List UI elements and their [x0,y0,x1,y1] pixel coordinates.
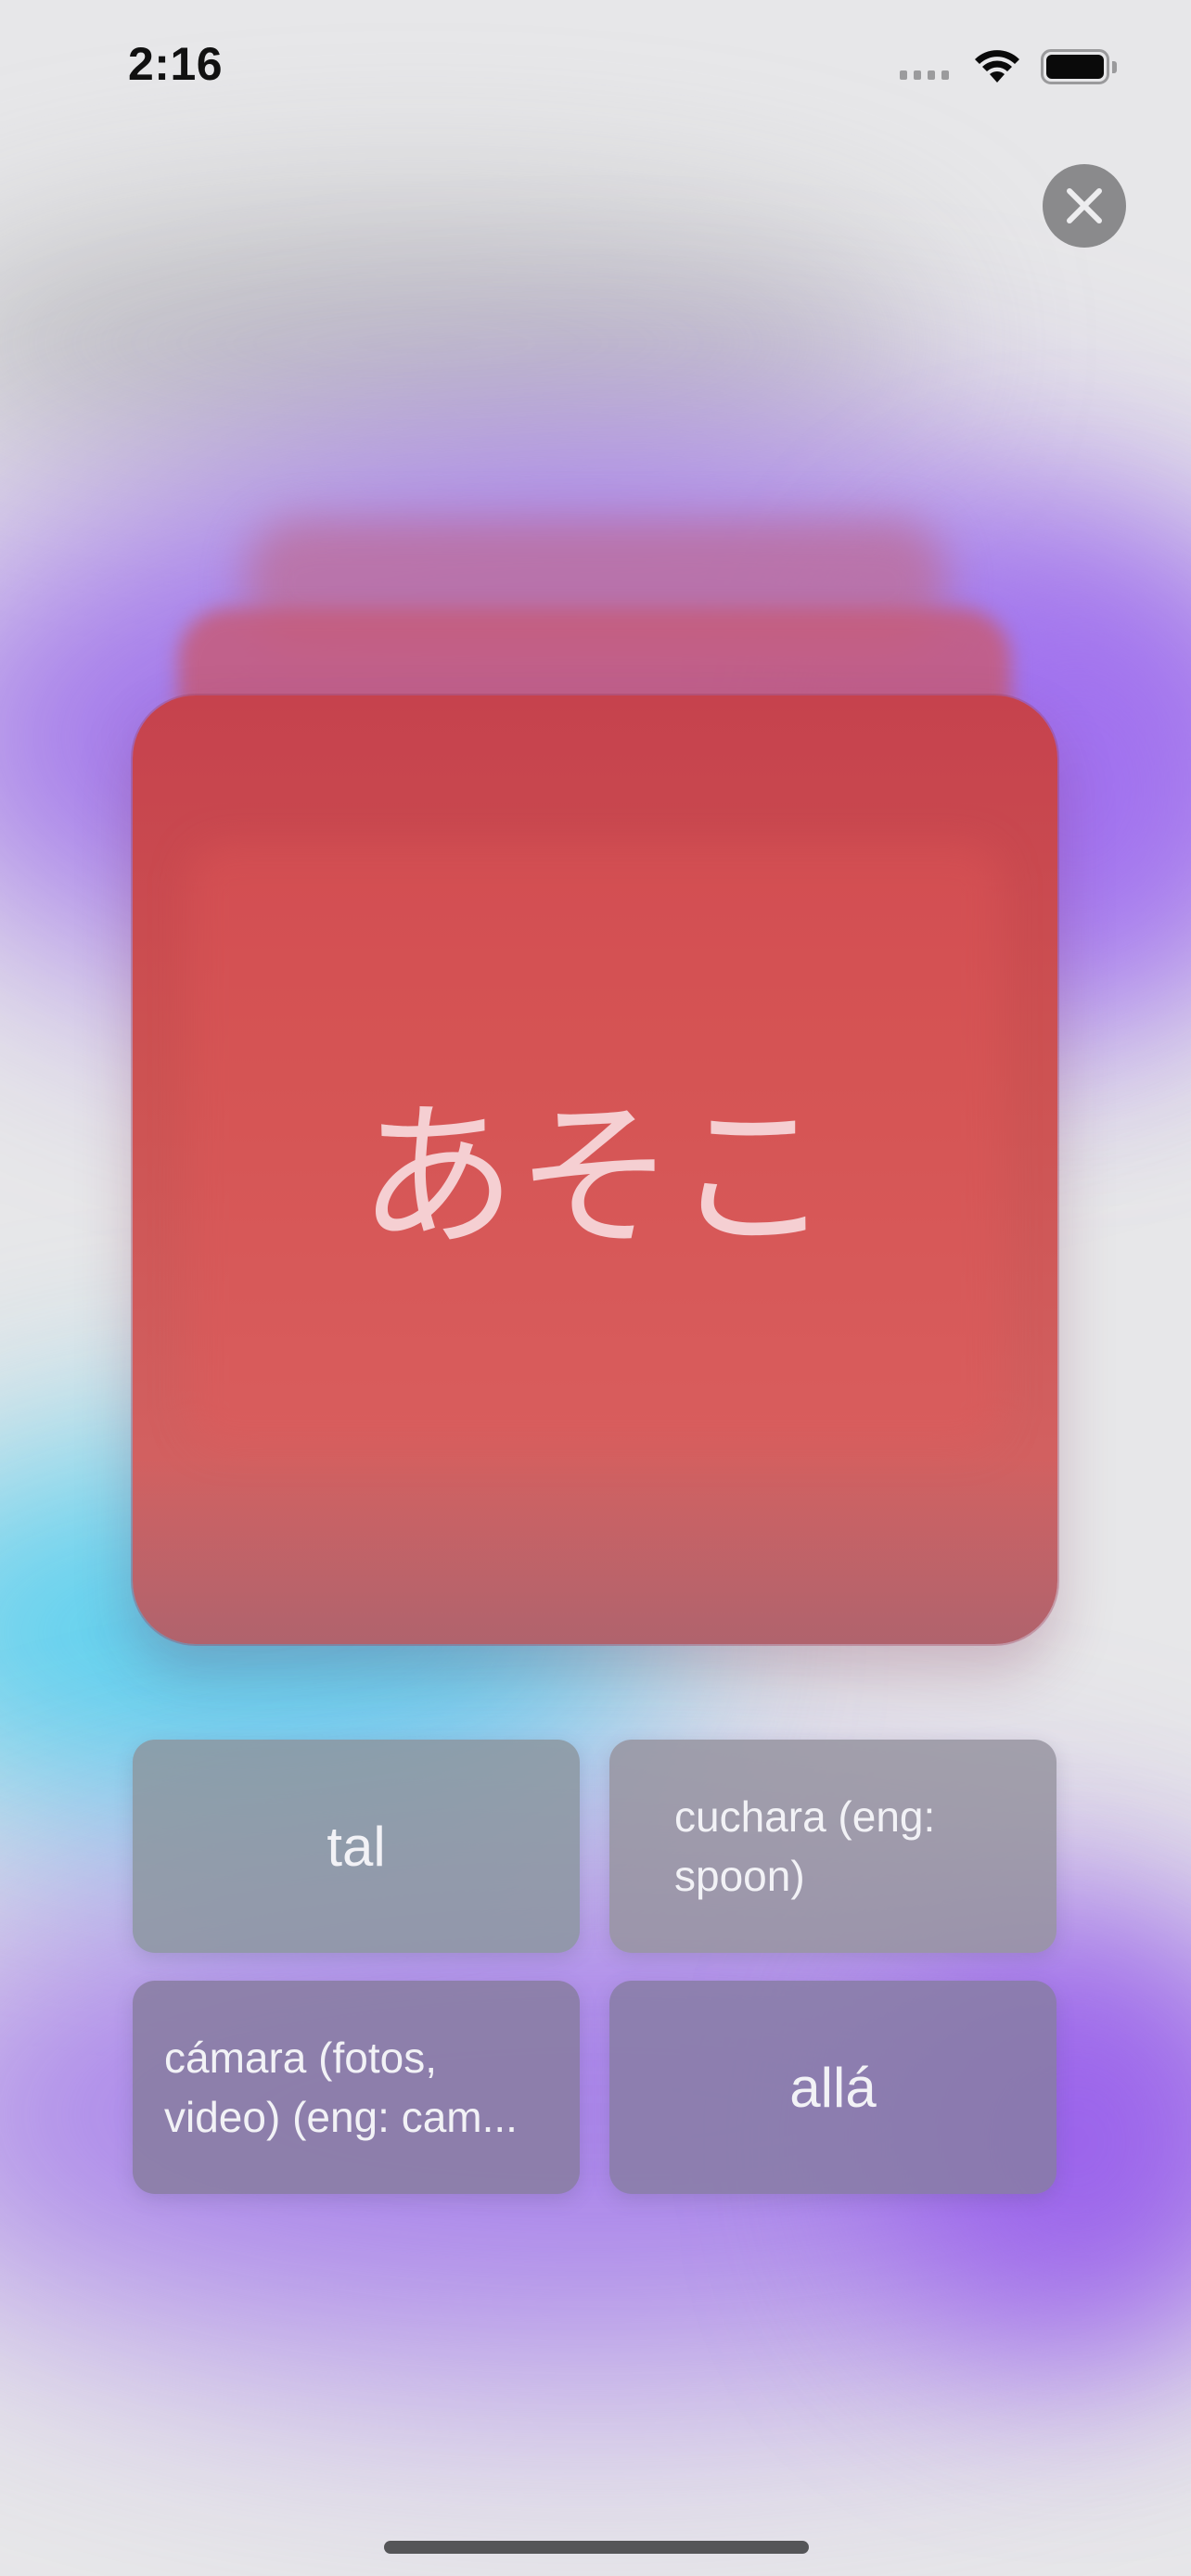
answer-option-3[interactable]: cámara (fotos, video) (eng: cam... [133,1981,580,2194]
battery-cap [1112,61,1117,73]
answer-option-label: tal [327,1815,386,1878]
flashcard[interactable]: あそこ [133,695,1057,1644]
answer-option-label: cámara (fotos, video) (eng: cam... [164,2034,518,2141]
answer-option-label: allá [789,2056,877,2119]
status-time: 2:16 [128,38,224,90]
close-button[interactable] [1043,164,1126,248]
wifi-icon [975,50,1019,83]
answer-option-1[interactable]: tal [133,1740,580,1953]
answer-option-4[interactable]: allá [609,1981,1057,2194]
cellular-signal-icon [900,70,949,80]
answer-option-label: cuchara (eng: spoon) [674,1792,936,1900]
close-icon [1067,188,1102,223]
home-indicator[interactable] [384,2541,809,2554]
battery-icon [1041,49,1109,84]
flashcard-word: あそこ [358,1086,832,1269]
answer-option-2[interactable]: cuchara (eng: spoon) [609,1740,1057,1953]
